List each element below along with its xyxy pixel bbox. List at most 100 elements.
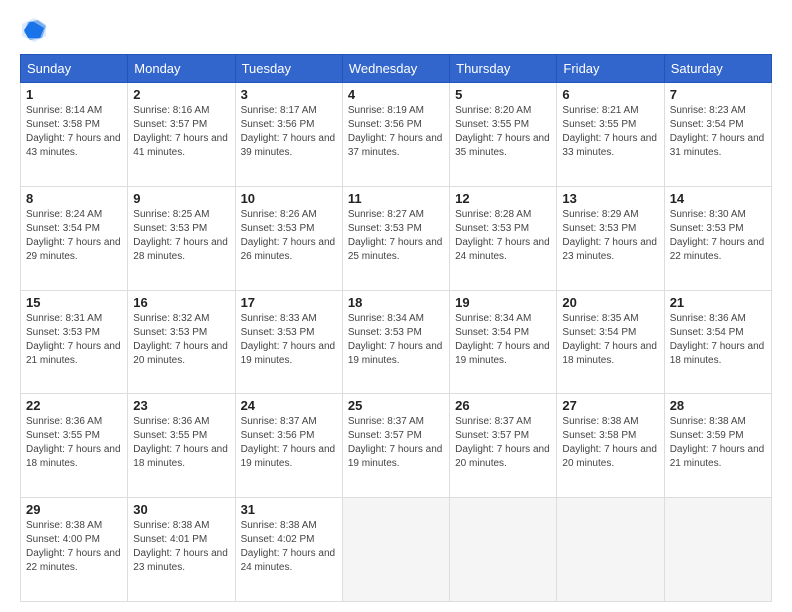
sunrise-label: Sunrise: 8:26 AM	[241, 209, 317, 220]
daylight-label: Daylight: 7 hours and 20 minutes.	[455, 444, 550, 469]
daylight-label: Daylight: 7 hours and 33 minutes.	[562, 133, 657, 158]
day-number: 22	[26, 398, 122, 413]
sunrise-label: Sunrise: 8:21 AM	[562, 105, 638, 116]
day-detail: Sunrise: 8:34 AM Sunset: 3:53 PM Dayligh…	[348, 312, 444, 368]
sunrise-label: Sunrise: 8:38 AM	[26, 520, 102, 531]
daylight-label: Daylight: 7 hours and 20 minutes.	[133, 341, 228, 366]
sunset-label: Sunset: 3:55 PM	[562, 119, 636, 130]
calendar-cell	[664, 498, 771, 602]
daylight-label: Daylight: 7 hours and 22 minutes.	[670, 237, 765, 262]
calendar-cell: 16 Sunrise: 8:32 AM Sunset: 3:53 PM Dayl…	[128, 290, 235, 394]
col-sunday: Sunday	[21, 55, 128, 83]
daylight-label: Daylight: 7 hours and 18 minutes.	[133, 444, 228, 469]
day-number: 5	[455, 87, 551, 102]
day-detail: Sunrise: 8:34 AM Sunset: 3:54 PM Dayligh…	[455, 312, 551, 368]
sunset-label: Sunset: 3:53 PM	[26, 327, 100, 338]
day-detail: Sunrise: 8:36 AM Sunset: 3:54 PM Dayligh…	[670, 312, 766, 368]
daylight-label: Daylight: 7 hours and 35 minutes.	[455, 133, 550, 158]
calendar-cell: 22 Sunrise: 8:36 AM Sunset: 3:55 PM Dayl…	[21, 394, 128, 498]
day-detail: Sunrise: 8:38 AM Sunset: 3:59 PM Dayligh…	[670, 415, 766, 471]
day-number: 27	[562, 398, 658, 413]
sunset-label: Sunset: 3:54 PM	[455, 327, 529, 338]
sunset-label: Sunset: 3:57 PM	[348, 430, 422, 441]
day-number: 17	[241, 295, 337, 310]
day-detail: Sunrise: 8:33 AM Sunset: 3:53 PM Dayligh…	[241, 312, 337, 368]
calendar-cell: 11 Sunrise: 8:27 AM Sunset: 3:53 PM Dayl…	[342, 186, 449, 290]
sunset-label: Sunset: 3:56 PM	[241, 430, 315, 441]
calendar-week-row: 8 Sunrise: 8:24 AM Sunset: 3:54 PM Dayli…	[21, 186, 772, 290]
day-number: 10	[241, 191, 337, 206]
day-number: 15	[26, 295, 122, 310]
daylight-label: Daylight: 7 hours and 19 minutes.	[348, 444, 443, 469]
calendar-cell: 4 Sunrise: 8:19 AM Sunset: 3:56 PM Dayli…	[342, 83, 449, 187]
day-number: 18	[348, 295, 444, 310]
logo-icon	[20, 16, 48, 44]
calendar-cell: 12 Sunrise: 8:28 AM Sunset: 3:53 PM Dayl…	[450, 186, 557, 290]
day-number: 13	[562, 191, 658, 206]
day-detail: Sunrise: 8:38 AM Sunset: 4:01 PM Dayligh…	[133, 519, 229, 575]
calendar-cell: 24 Sunrise: 8:37 AM Sunset: 3:56 PM Dayl…	[235, 394, 342, 498]
sunset-label: Sunset: 3:54 PM	[26, 223, 100, 234]
day-number: 1	[26, 87, 122, 102]
day-detail: Sunrise: 8:36 AM Sunset: 3:55 PM Dayligh…	[26, 415, 122, 471]
daylight-label: Daylight: 7 hours and 18 minutes.	[670, 341, 765, 366]
day-number: 12	[455, 191, 551, 206]
daylight-label: Daylight: 7 hours and 43 minutes.	[26, 133, 121, 158]
sunrise-label: Sunrise: 8:36 AM	[26, 416, 102, 427]
sunset-label: Sunset: 3:55 PM	[26, 430, 100, 441]
day-detail: Sunrise: 8:37 AM Sunset: 3:56 PM Dayligh…	[241, 415, 337, 471]
sunset-label: Sunset: 4:02 PM	[241, 534, 315, 545]
calendar-week-row: 29 Sunrise: 8:38 AM Sunset: 4:00 PM Dayl…	[21, 498, 772, 602]
day-number: 9	[133, 191, 229, 206]
sunrise-label: Sunrise: 8:33 AM	[241, 313, 317, 324]
day-detail: Sunrise: 8:20 AM Sunset: 3:55 PM Dayligh…	[455, 104, 551, 160]
day-number: 11	[348, 191, 444, 206]
sunset-label: Sunset: 3:54 PM	[562, 327, 636, 338]
day-detail: Sunrise: 8:31 AM Sunset: 3:53 PM Dayligh…	[26, 312, 122, 368]
calendar-cell: 28 Sunrise: 8:38 AM Sunset: 3:59 PM Dayl…	[664, 394, 771, 498]
calendar-cell: 10 Sunrise: 8:26 AM Sunset: 3:53 PM Dayl…	[235, 186, 342, 290]
sunrise-label: Sunrise: 8:20 AM	[455, 105, 531, 116]
day-detail: Sunrise: 8:28 AM Sunset: 3:53 PM Dayligh…	[455, 208, 551, 264]
day-number: 29	[26, 502, 122, 517]
day-detail: Sunrise: 8:19 AM Sunset: 3:56 PM Dayligh…	[348, 104, 444, 160]
daylight-label: Daylight: 7 hours and 24 minutes.	[455, 237, 550, 262]
calendar-cell: 15 Sunrise: 8:31 AM Sunset: 3:53 PM Dayl…	[21, 290, 128, 394]
day-detail: Sunrise: 8:30 AM Sunset: 3:53 PM Dayligh…	[670, 208, 766, 264]
col-monday: Monday	[128, 55, 235, 83]
day-number: 21	[670, 295, 766, 310]
daylight-label: Daylight: 7 hours and 19 minutes.	[241, 341, 336, 366]
sunset-label: Sunset: 3:59 PM	[670, 430, 744, 441]
day-detail: Sunrise: 8:29 AM Sunset: 3:53 PM Dayligh…	[562, 208, 658, 264]
sunrise-label: Sunrise: 8:38 AM	[241, 520, 317, 531]
sunrise-label: Sunrise: 8:16 AM	[133, 105, 209, 116]
calendar-cell: 14 Sunrise: 8:30 AM Sunset: 3:53 PM Dayl…	[664, 186, 771, 290]
calendar-cell	[450, 498, 557, 602]
col-tuesday: Tuesday	[235, 55, 342, 83]
sunrise-label: Sunrise: 8:36 AM	[133, 416, 209, 427]
header	[20, 16, 772, 44]
calendar-cell: 31 Sunrise: 8:38 AM Sunset: 4:02 PM Dayl…	[235, 498, 342, 602]
calendar-cell	[342, 498, 449, 602]
day-number: 6	[562, 87, 658, 102]
sunset-label: Sunset: 3:53 PM	[562, 223, 636, 234]
day-number: 31	[241, 502, 337, 517]
daylight-label: Daylight: 7 hours and 21 minutes.	[26, 341, 121, 366]
calendar-cell: 26 Sunrise: 8:37 AM Sunset: 3:57 PM Dayl…	[450, 394, 557, 498]
day-detail: Sunrise: 8:21 AM Sunset: 3:55 PM Dayligh…	[562, 104, 658, 160]
day-number: 3	[241, 87, 337, 102]
day-number: 28	[670, 398, 766, 413]
calendar-week-row: 15 Sunrise: 8:31 AM Sunset: 3:53 PM Dayl…	[21, 290, 772, 394]
sunset-label: Sunset: 3:55 PM	[455, 119, 529, 130]
daylight-label: Daylight: 7 hours and 24 minutes.	[241, 548, 336, 573]
calendar-cell: 30 Sunrise: 8:38 AM Sunset: 4:01 PM Dayl…	[128, 498, 235, 602]
calendar-cell: 25 Sunrise: 8:37 AM Sunset: 3:57 PM Dayl…	[342, 394, 449, 498]
sunset-label: Sunset: 3:53 PM	[241, 223, 315, 234]
day-number: 8	[26, 191, 122, 206]
sunrise-label: Sunrise: 8:25 AM	[133, 209, 209, 220]
col-friday: Friday	[557, 55, 664, 83]
calendar-cell: 27 Sunrise: 8:38 AM Sunset: 3:58 PM Dayl…	[557, 394, 664, 498]
calendar-cell: 9 Sunrise: 8:25 AM Sunset: 3:53 PM Dayli…	[128, 186, 235, 290]
day-number: 20	[562, 295, 658, 310]
sunset-label: Sunset: 3:54 PM	[670, 119, 744, 130]
